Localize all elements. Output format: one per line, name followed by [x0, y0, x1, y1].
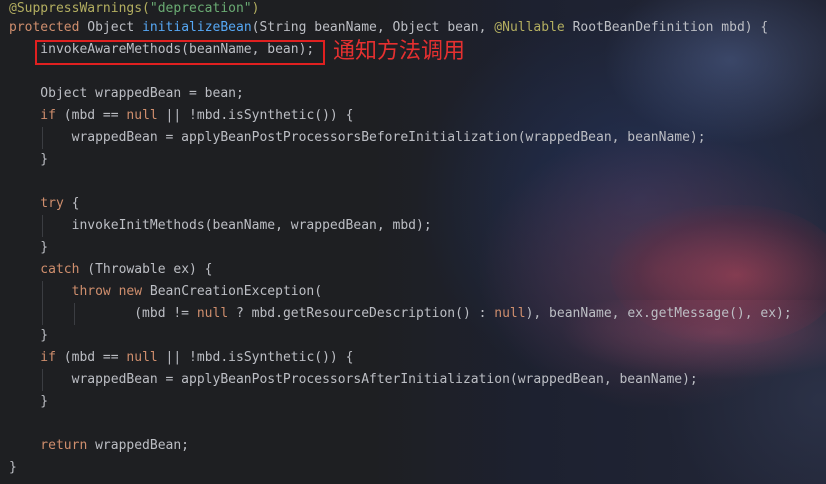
code-token: wrappedBean = applyBeanPostProcessorsBef…: [9, 130, 706, 145]
code-line[interactable]: @SuppressWarnings("deprecation"): [9, 0, 792, 17]
code-line[interactable]: return wrappedBean;: [9, 435, 792, 457]
code-line[interactable]: try {: [9, 193, 792, 215]
code-token: }: [9, 240, 49, 255]
indent-guide: [42, 281, 43, 303]
code-token: return: [9, 438, 96, 453]
code-token: @Nullable: [494, 20, 573, 35]
indent-guide: [42, 369, 43, 391]
code-token: ? mbd.getResourceDescription() :: [228, 306, 495, 321]
code-line[interactable]: }: [9, 325, 792, 347]
code-line[interactable]: catch (Throwable ex) {: [9, 259, 792, 281]
code-token: }: [9, 152, 49, 167]
code-token: null: [196, 306, 229, 321]
code-token: null: [494, 306, 526, 321]
code-line[interactable]: [9, 413, 792, 435]
code-line[interactable]: }: [9, 457, 792, 479]
code-line[interactable]: invokeInitMethods(beanName, wrappedBean,…: [9, 215, 792, 237]
highlight-box: [35, 40, 325, 65]
code-token: if: [9, 350, 64, 365]
code-token: (Throwable ex) {: [87, 262, 213, 277]
code-token: BeanCreationException(: [149, 284, 323, 299]
code-token: wrappedBean;: [95, 438, 190, 453]
code-line[interactable]: Object wrappedBean = bean;: [9, 83, 792, 105]
code-line[interactable]: }: [9, 237, 792, 259]
code-token: Object wrappedBean = bean;: [9, 86, 244, 101]
code-line[interactable]: if (mbd == null || !mbd.isSynthetic()) {: [9, 347, 792, 369]
code-line[interactable]: [9, 171, 792, 193]
code-token: null: [126, 350, 158, 365]
code-token: wrappedBean = applyBeanPostProcessorsAft…: [9, 372, 698, 387]
code-token: if: [9, 108, 64, 123]
indent-guide: [42, 303, 43, 325]
code-token: Object: [87, 20, 143, 35]
code-line[interactable]: wrappedBean = applyBeanPostProcessorsAft…: [9, 369, 792, 391]
code-line[interactable]: wrappedBean = applyBeanPostProcessorsBef…: [9, 127, 792, 149]
code-token: try: [9, 196, 72, 211]
code-token: protected: [9, 20, 88, 35]
code-token: {: [71, 196, 80, 211]
code-token: initializeBean: [142, 20, 252, 35]
code-line[interactable]: throw new BeanCreationException(: [9, 281, 792, 303]
code-line[interactable]: if (mbd == null || !mbd.isSynthetic()) {: [9, 105, 792, 127]
code-token: (String beanName, Object bean,: [251, 20, 495, 35]
indent-guide: [42, 127, 43, 149]
indent-guide: [42, 215, 43, 237]
code-token: "deprecation": [149, 1, 252, 16]
code-token: (mbd ==: [63, 108, 127, 123]
code-token: }: [9, 328, 49, 343]
code-token: || !mbd.isSynthetic()) {: [157, 108, 354, 123]
code-token: || !mbd.isSynthetic()) {: [157, 350, 354, 365]
code-token: (mbd ==: [63, 350, 127, 365]
code-token: @SuppressWarnings(: [9, 1, 150, 16]
code-line[interactable]: protected Object initializeBean(String b…: [9, 17, 792, 39]
code-token: throw new: [9, 284, 150, 299]
code-token: RootBeanDefinition mbd) {: [572, 20, 769, 35]
indent-guide: [74, 303, 75, 325]
code-token: (mbd !=: [9, 306, 197, 321]
code-token: }: [9, 394, 49, 409]
code-area[interactable]: @SuppressWarnings("deprecation") protecte…: [9, 0, 792, 479]
code-token: invokeInitMethods(beanName, wrappedBean,…: [9, 218, 432, 233]
code-token: ): [251, 1, 260, 16]
code-editor[interactable]: @SuppressWarnings("deprecation") protecte…: [0, 0, 826, 484]
annotation-note: 通知方法调用: [333, 39, 466, 64]
code-line[interactable]: }: [9, 391, 792, 413]
code-line[interactable]: }: [9, 149, 792, 171]
code-token: }: [9, 460, 17, 475]
code-token: null: [126, 108, 158, 123]
code-token: ), beanName, ex.getMessage(), ex);: [525, 306, 792, 321]
code-token: catch: [9, 262, 88, 277]
code-line[interactable]: (mbd != null ? mbd.getResourceDescriptio…: [9, 303, 792, 325]
